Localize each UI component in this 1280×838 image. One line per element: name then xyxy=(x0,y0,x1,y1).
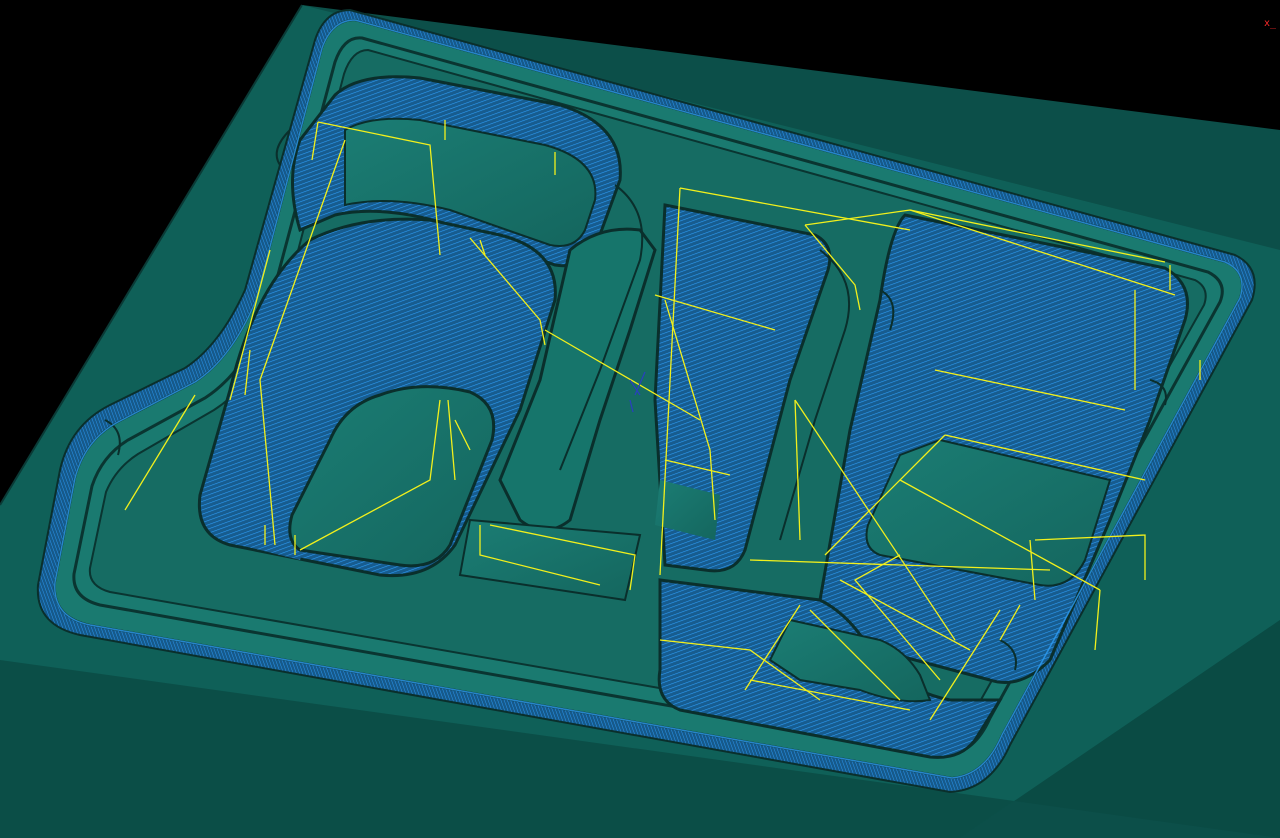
graphics-viewport[interactable]: x_ xyxy=(0,0,1280,838)
cam-scene[interactable] xyxy=(0,0,1280,838)
axis-indicator-label: x_ xyxy=(1263,18,1276,29)
